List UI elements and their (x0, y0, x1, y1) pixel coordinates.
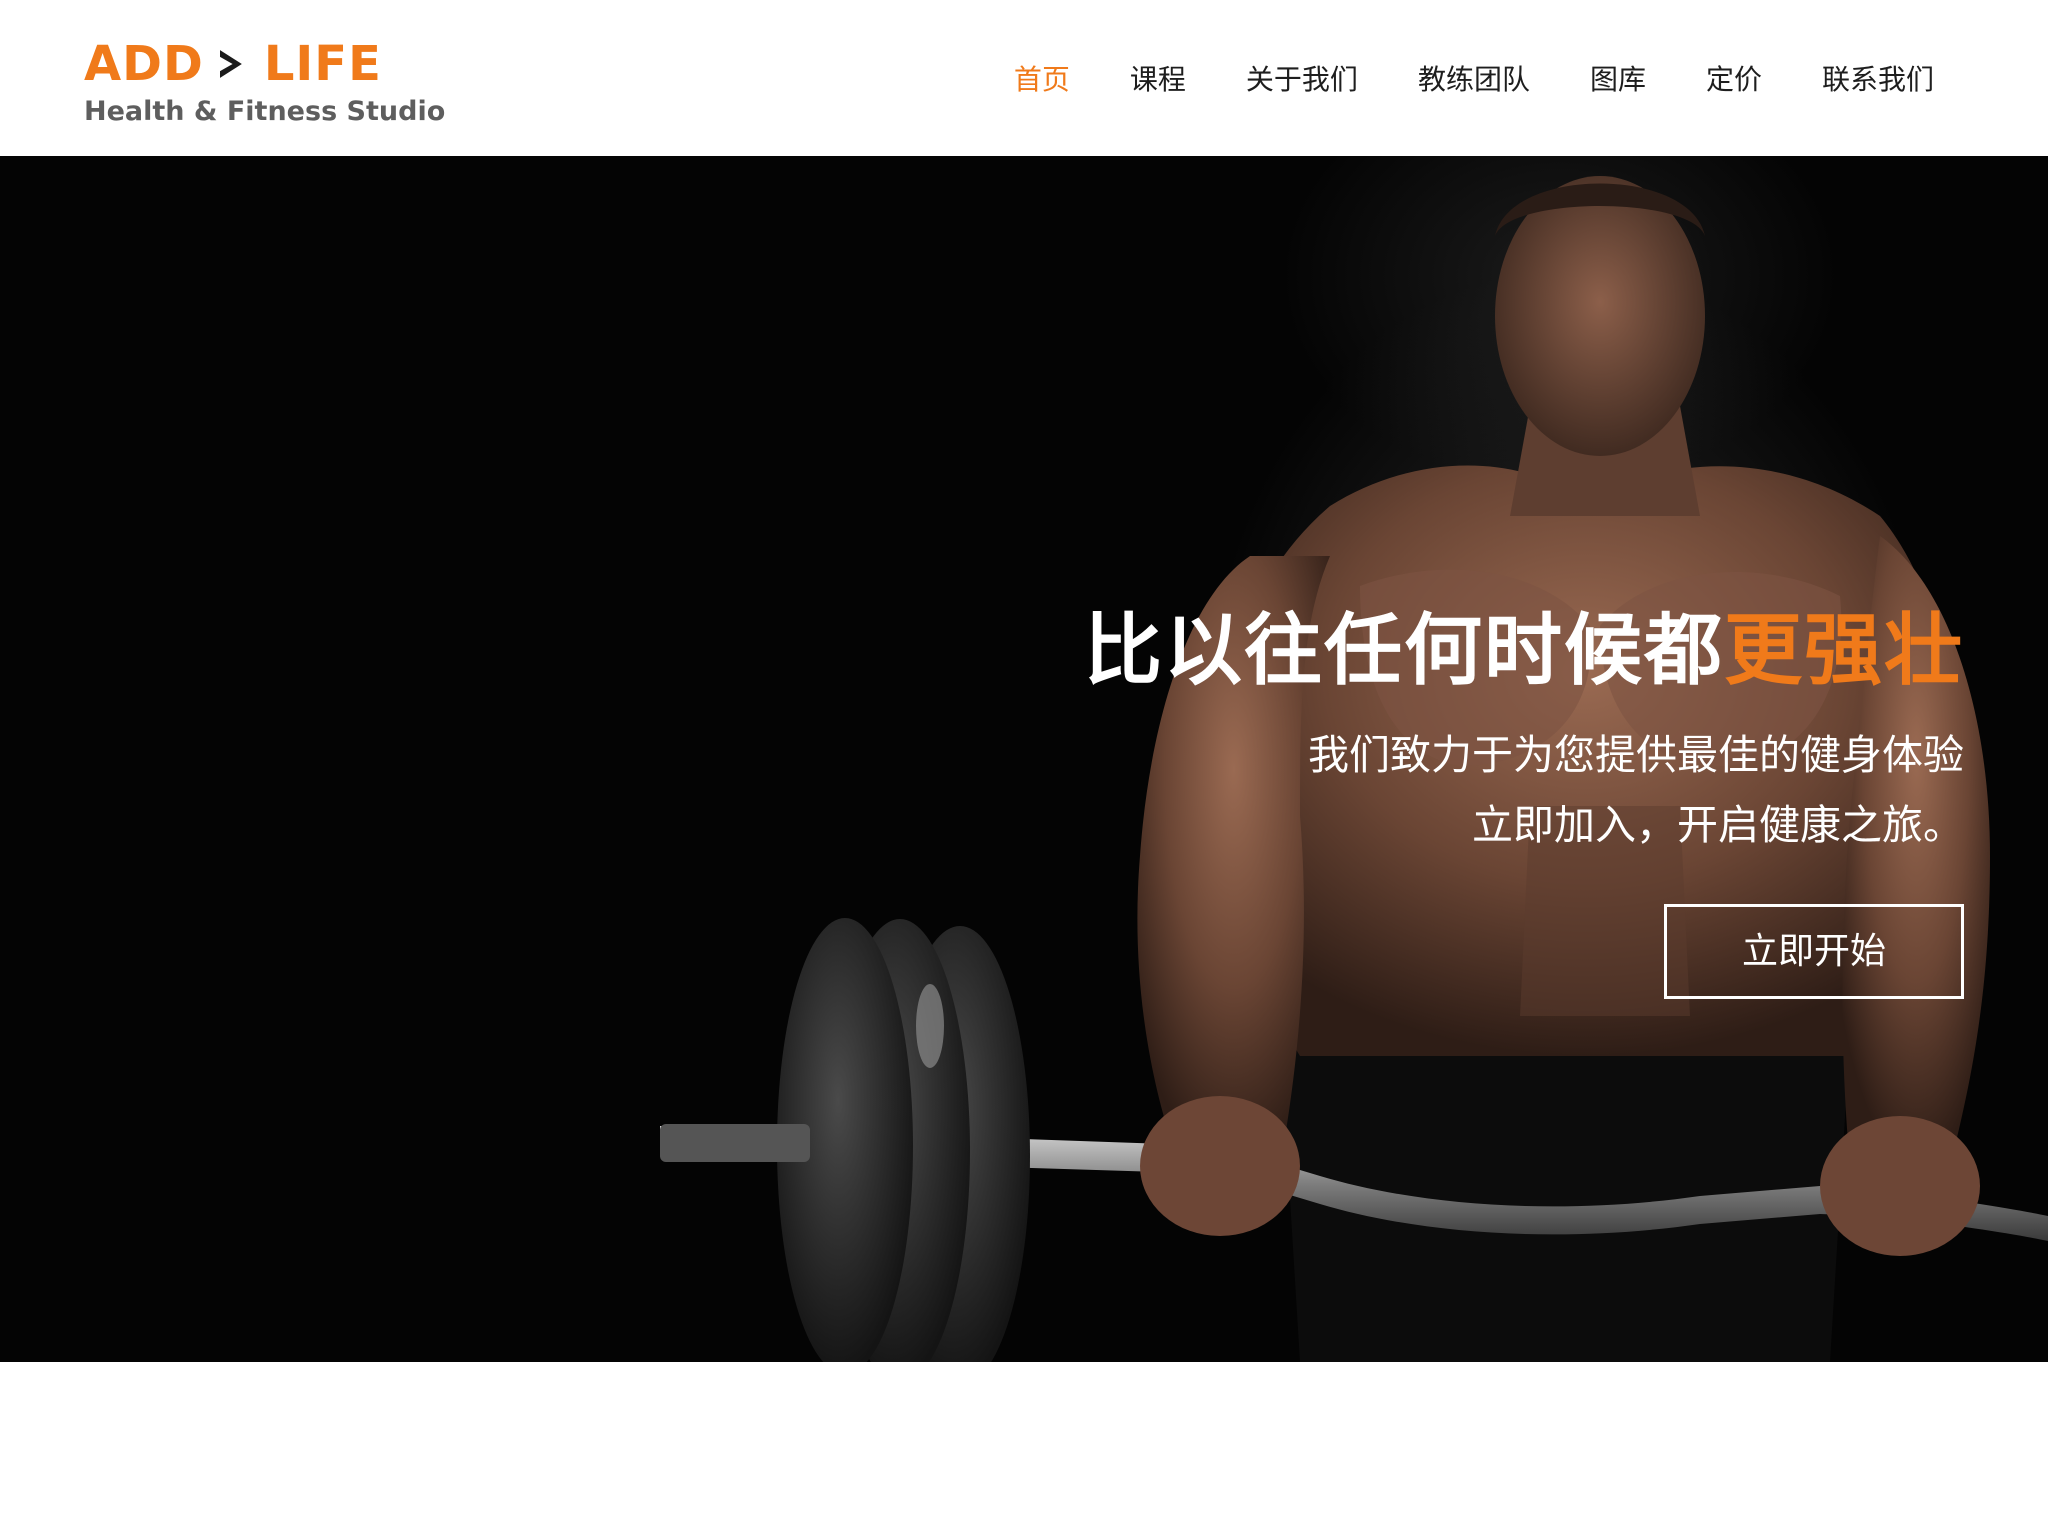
barbell-sleeve (660, 1124, 810, 1162)
logo-word-left: ADD (84, 36, 204, 92)
get-started-button[interactable]: 立即开始 (1664, 904, 1964, 999)
logo-word-right: LIFE (263, 36, 382, 92)
nav-item-pricing[interactable]: 定价 (1706, 58, 1762, 102)
hero-title-main: 比以往任何时候都 (1083, 606, 1724, 696)
site-header: ADD LIFE Health & Fitness Studio 首页 课程 关… (0, 0, 2048, 156)
nav-item-gallery[interactable]: 图库 (1590, 58, 1646, 102)
left-hand-shape (1140, 1096, 1300, 1236)
hero-subtitle-line-1: 我们致力于为您提供最佳的健身体验 (1308, 731, 1964, 779)
logo-arrow-icon (219, 50, 242, 78)
logo-tagline: Health & Fitness Studio (84, 96, 446, 127)
nav-item-trainers[interactable]: 教练团队 (1418, 58, 1530, 102)
below-hero-area (0, 1362, 2048, 1536)
hero-banner: 比以往任何时候都更强壮 我们致力于为您提供最佳的健身体验 立即加入，开启健康之旅… (0, 156, 2048, 1362)
nav-item-home[interactable]: 首页 (1014, 58, 1070, 102)
hero-subtitle: 我们致力于为您提供最佳的健身体验 立即加入，开启健康之旅。 (864, 720, 1964, 860)
nav-item-about[interactable]: 关于我们 (1246, 58, 1358, 102)
nav-item-contact[interactable]: 联系我们 (1822, 58, 1934, 102)
hero-subtitle-line-2: 立即加入，开启健康之旅。 (1472, 801, 1964, 849)
page: ADD LIFE Health & Fitness Studio 首页 课程 关… (0, 0, 2048, 1536)
hero-title: 比以往任何时候都更强壮 (864, 596, 1964, 706)
nav-item-courses[interactable]: 课程 (1130, 58, 1186, 102)
hero-title-accent: 更强壮 (1723, 606, 1964, 696)
hero-content: 比以往任何时候都更强壮 我们致力于为您提供最佳的健身体验 立即加入，开启健康之旅… (864, 596, 1964, 999)
main-nav: 首页 课程 关于我们 教练团队 图库 定价 联系我们 (1014, 58, 1934, 102)
logo-wordmark: ADD LIFE (84, 36, 382, 92)
nav-list: 首页 课程 关于我们 教练团队 图库 定价 联系我们 (1014, 58, 1934, 102)
head-shape (1495, 176, 1705, 456)
right-hand-shape (1820, 1116, 1980, 1256)
brand-logo[interactable]: ADD LIFE Health & Fitness Studio (84, 36, 445, 132)
